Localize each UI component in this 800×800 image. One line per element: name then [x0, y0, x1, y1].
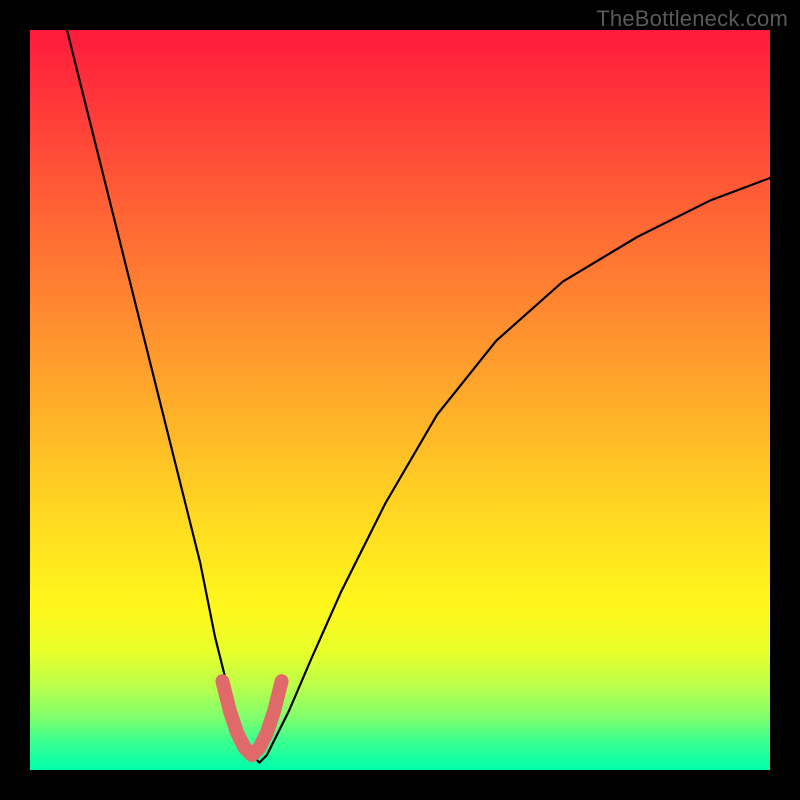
chart-frame: TheBottleneck.com	[0, 0, 800, 800]
watermark-text: TheBottleneck.com	[596, 6, 788, 32]
bottleneck-curve-path	[67, 30, 770, 763]
chart-svg	[30, 30, 770, 770]
plot-area	[30, 30, 770, 770]
